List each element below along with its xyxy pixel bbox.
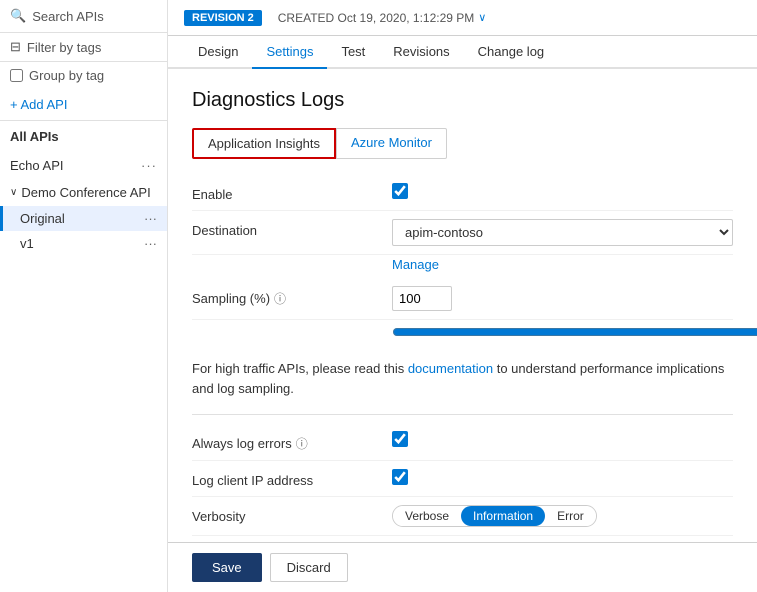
verbosity-btn-group: Verbose Information Error <box>392 505 597 527</box>
log-ip-checkbox[interactable] <box>392 469 408 485</box>
save-button[interactable]: Save <box>192 553 262 582</box>
sub-tabs: Application Insights Azure Monitor <box>192 128 733 159</box>
revision-badge: REVISION 2 <box>184 10 262 26</box>
manage-row: Manage <box>192 255 733 278</box>
group-by-tag-label: Group by tag <box>29 68 104 83</box>
always-log-control <box>392 431 733 450</box>
always-log-checkbox[interactable] <box>392 431 408 447</box>
verbosity-row: Verbosity Verbose Information Error <box>192 497 733 536</box>
documentation-link[interactable]: documentation <box>408 361 493 376</box>
verbosity-error[interactable]: Error <box>545 506 596 526</box>
enable-label: Enable <box>192 183 392 202</box>
log-ip-control <box>392 469 733 488</box>
group-by-tag-checkbox[interactable] <box>10 69 23 82</box>
sidebar-item-demo-conference-api[interactable]: ∨ Demo Conference API <box>0 179 167 206</box>
verbosity-control: Verbose Information Error <box>392 505 733 527</box>
verbosity-information[interactable]: Information <box>461 506 545 526</box>
tab-revisions[interactable]: Revisions <box>379 36 463 69</box>
destination-control: apim-contoso <box>392 219 733 246</box>
sidebar: 🔍 Search APIs ⊟ Filter by tags Group by … <box>0 0 168 592</box>
group-by-tag: Group by tag <box>0 62 167 89</box>
sampling-row: Sampling (%) ⓘ <box>192 278 733 320</box>
discard-button[interactable]: Discard <box>270 553 348 582</box>
revision-chevron-icon[interactable]: ∨ <box>478 11 486 24</box>
topbar: REVISION 2 CREATED Oct 19, 2020, 1:12:29… <box>168 0 757 36</box>
footer: Save Discard <box>168 542 757 592</box>
sub-tab-application-insights[interactable]: Application Insights <box>192 128 336 159</box>
original-menu[interactable]: ··· <box>144 211 157 226</box>
sidebar-item-v1[interactable]: v1 ··· <box>0 231 167 256</box>
filter-icon: ⊟ <box>10 39 21 55</box>
content-area: Diagnostics Logs Application Insights Az… <box>168 69 757 542</box>
verbosity-verbose[interactable]: Verbose <box>393 506 461 526</box>
created-text: CREATED Oct 19, 2020, 1:12:29 PM ∨ <box>278 11 487 25</box>
sampling-control <box>392 286 733 311</box>
info-text: For high traffic APIs, please read this … <box>192 351 733 406</box>
log-ip-label: Log client IP address <box>192 469 392 488</box>
tab-design[interactable]: Design <box>184 36 252 69</box>
search-label: Search APIs <box>32 9 104 24</box>
enable-control <box>392 183 733 202</box>
sampling-label: Sampling (%) ⓘ <box>192 286 392 307</box>
filter-label: Filter by tags <box>27 40 101 55</box>
sampling-input[interactable] <box>392 286 452 311</box>
tab-change-log[interactable]: Change log <box>464 36 559 69</box>
nav-tabs: Design Settings Test Revisions Change lo… <box>168 36 757 69</box>
demo-conference-label: Demo Conference API <box>21 185 150 200</box>
tab-settings[interactable]: Settings <box>252 36 327 69</box>
verbosity-label: Verbosity <box>192 505 392 524</box>
echo-api-menu[interactable]: ··· <box>141 158 157 173</box>
sidebar-item-original[interactable]: Original ··· <box>0 206 167 231</box>
always-log-row: Always log errors ⓘ <box>192 423 733 461</box>
always-log-label: Always log errors ⓘ <box>192 431 392 452</box>
chevron-down-icon: ∨ <box>10 187 17 198</box>
echo-api-label: Echo API <box>10 158 63 173</box>
sampling-info-icon[interactable]: ⓘ <box>274 290 286 307</box>
enable-checkbox[interactable] <box>392 183 408 199</box>
sub-tab-azure-monitor[interactable]: Azure Monitor <box>336 128 447 159</box>
search-icon: 🔍 <box>10 8 26 24</box>
main-content: REVISION 2 CREATED Oct 19, 2020, 1:12:29… <box>168 0 757 592</box>
add-api-button[interactable]: + Add API <box>0 89 167 121</box>
destination-label: Destination <box>192 219 392 238</box>
destination-select[interactable]: apim-contoso <box>392 219 733 246</box>
destination-row: Destination apim-contoso <box>192 211 733 255</box>
manage-link[interactable]: Manage <box>392 257 439 272</box>
always-log-info-icon[interactable]: ⓘ <box>296 435 308 452</box>
all-apis-title: All APIs <box>0 121 167 152</box>
tab-test[interactable]: Test <box>327 36 379 69</box>
page-title: Diagnostics Logs <box>192 89 733 112</box>
v1-menu[interactable]: ··· <box>144 236 157 251</box>
log-ip-row: Log client IP address <box>192 461 733 497</box>
original-label: Original <box>20 211 65 226</box>
enable-row: Enable <box>192 175 733 211</box>
filter-by-tags[interactable]: ⊟ Filter by tags <box>0 33 167 62</box>
slider-row <box>192 320 733 351</box>
sidebar-item-echo-api[interactable]: Echo API ··· <box>0 152 167 179</box>
search-apis[interactable]: 🔍 Search APIs <box>0 0 167 33</box>
divider-1 <box>192 414 733 415</box>
v1-label: v1 <box>20 236 34 251</box>
sampling-slider[interactable] <box>392 324 757 340</box>
